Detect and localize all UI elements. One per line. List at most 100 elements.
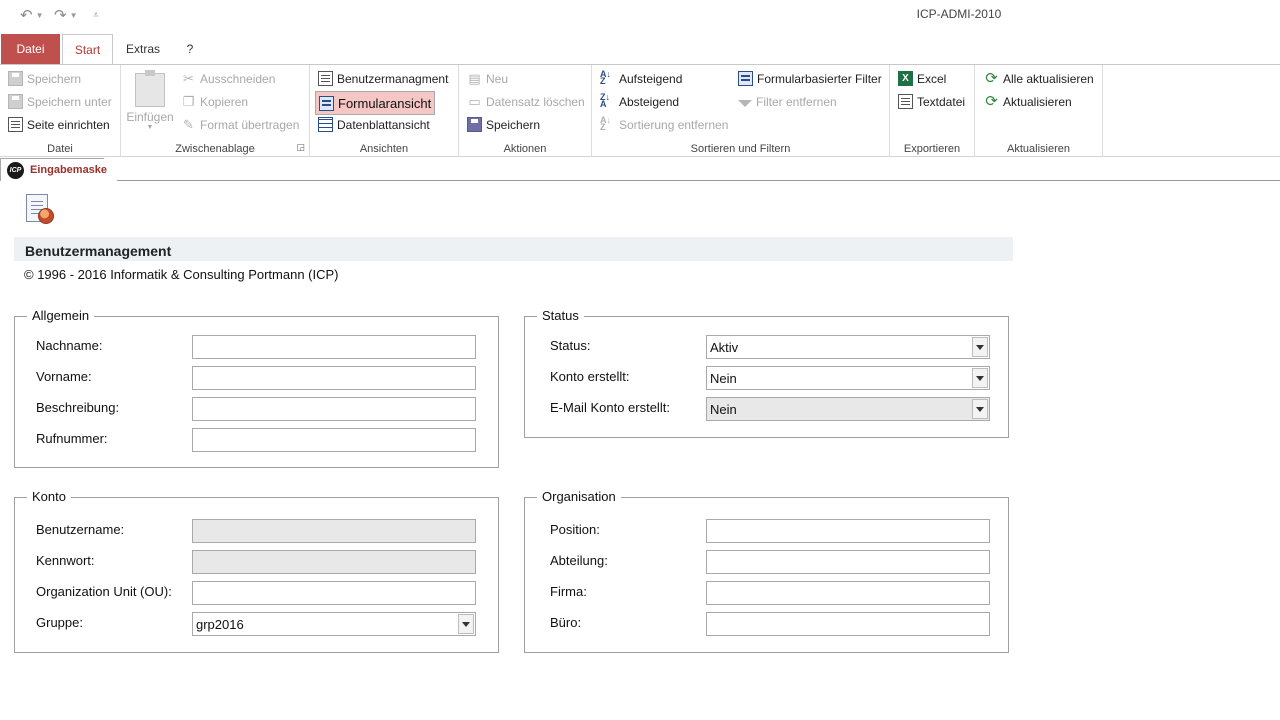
textdatei-label: Textdatei bbox=[917, 94, 966, 109]
tab-eingabemaske[interactable]: ICP Eingabemaske bbox=[0, 158, 118, 181]
konto-legend: Konto bbox=[27, 489, 71, 504]
tab-start[interactable]: Start bbox=[62, 34, 113, 65]
tab-eingabemaske-label: Eingabemaske bbox=[30, 164, 108, 176]
refresh-all-icon: ⟳ bbox=[985, 70, 998, 87]
form-title: Benutzermanagement bbox=[25, 243, 172, 259]
delete-record-icon: ▭ bbox=[468, 94, 481, 109]
ausschneiden-button[interactable]: ✂ Ausschneiden bbox=[178, 68, 278, 89]
seite-einrichten-button[interactable]: Seite einrichten bbox=[5, 114, 113, 135]
benutzermanagment-label: Benutzermanagment bbox=[337, 71, 449, 86]
rufnummer-field[interactable] bbox=[192, 428, 476, 452]
beschreibung-field[interactable] bbox=[192, 397, 476, 421]
redo-icon: ↷ bbox=[54, 7, 67, 24]
position-field[interactable] bbox=[706, 519, 990, 543]
group-aktualisieren: ⟳ Alle aktualisieren ⟳ Aktualisieren Akt… bbox=[975, 65, 1103, 157]
sort-descending-icon: Z↓ A bbox=[600, 92, 610, 109]
tab-help[interactable]: ? bbox=[176, 34, 204, 64]
kennwort-field[interactable] bbox=[192, 550, 476, 574]
dialog-launcher-icon[interactable]: ◲ bbox=[296, 142, 305, 153]
nachname-label: Nachname: bbox=[36, 338, 103, 353]
aufsteigend-label: Aufsteigend bbox=[619, 71, 683, 86]
aktionen-speichern-button[interactable]: Speichern bbox=[464, 114, 543, 135]
firma-field[interactable] bbox=[706, 581, 990, 605]
customize-qat-button[interactable]: ⩡ bbox=[93, 4, 99, 26]
datenblattansicht-button[interactable]: Datenblattansicht bbox=[315, 114, 433, 135]
alle-aktualisieren-button[interactable]: ⟳ Alle aktualisieren bbox=[981, 68, 1097, 89]
speichern-unter-button[interactable]: Speichern unter bbox=[5, 91, 115, 112]
group-label-ansichten: Ansichten bbox=[359, 143, 409, 155]
absteigend-label: Absteigend bbox=[619, 94, 680, 109]
icp-logo-icon: ICP bbox=[7, 161, 24, 179]
chevron-down-icon: ▼ bbox=[35, 10, 44, 20]
abteilung-field[interactable] bbox=[706, 550, 990, 574]
textdatei-button[interactable]: Textdatei bbox=[895, 91, 968, 112]
group-label-exportieren: Exportieren bbox=[903, 143, 961, 155]
save-icon bbox=[8, 71, 23, 86]
vorname-field[interactable] bbox=[192, 366, 476, 390]
status-select[interactable]: Aktiv bbox=[706, 335, 990, 359]
neu-button[interactable]: ▤ Neu bbox=[464, 68, 511, 89]
gruppe-select[interactable]: grp2016 bbox=[192, 612, 476, 636]
benutzermanagment-button[interactable]: Benutzermanagment bbox=[315, 68, 451, 89]
tab-extras[interactable]: Extras bbox=[118, 34, 168, 64]
ribbon-tab-row: Datei Start Extras ? bbox=[0, 34, 1280, 65]
aktualisieren-button[interactable]: ⟳ Aktualisieren bbox=[981, 91, 1075, 112]
scissors-icon: ✂ bbox=[183, 71, 194, 86]
gruppe-value: grp2016 bbox=[196, 617, 244, 632]
speichern-unter-label: Speichern unter bbox=[27, 94, 112, 109]
kennwort-label: Kennwort: bbox=[36, 553, 95, 568]
tab-datei[interactable]: Datei bbox=[1, 34, 60, 64]
form-view-icon bbox=[318, 71, 333, 86]
status-label: Status: bbox=[550, 338, 591, 353]
undo-button[interactable]: ↶ ▼ bbox=[20, 4, 44, 26]
format-uebertragen-button[interactable]: ✎ Format übertragen bbox=[178, 114, 302, 135]
new-record-icon: ▤ bbox=[468, 71, 481, 86]
allgemein-legend: Allgemein bbox=[27, 308, 95, 323]
undo-icon: ↶ bbox=[20, 7, 33, 24]
datensatz-loeschen-label: Datensatz löschen bbox=[486, 94, 585, 109]
quick-access-toolbar: ↶ ▼ ↷ ▼ ⩡ ICP-ADMI-2010 bbox=[0, 0, 1280, 32]
vorname-label: Vorname: bbox=[36, 369, 92, 384]
konto-erstellt-select[interactable]: Nein bbox=[706, 366, 990, 390]
speichern-button[interactable]: Speichern bbox=[5, 68, 84, 89]
datenblattansicht-label: Datenblattansicht bbox=[337, 117, 430, 132]
customize-icon: ⩡ bbox=[93, 9, 99, 21]
rufnummer-label: Rufnummer: bbox=[36, 431, 108, 446]
nachname-field[interactable] bbox=[192, 335, 476, 359]
datensatz-loeschen-button[interactable]: ▭ Datensatz löschen bbox=[464, 91, 588, 112]
position-label: Position: bbox=[550, 522, 600, 537]
email-konto-select[interactable]: Nein bbox=[706, 397, 990, 421]
chevron-down-icon[interactable] bbox=[972, 337, 988, 357]
seite-einrichten-label: Seite einrichten bbox=[27, 117, 110, 132]
benutzername-field[interactable] bbox=[192, 519, 476, 543]
buero-label: Büro: bbox=[550, 615, 582, 630]
absteigend-button[interactable]: Z↓ A Absteigend bbox=[597, 91, 682, 112]
aktualisieren-label: Aktualisieren bbox=[1003, 94, 1072, 109]
einfuegen-button[interactable]: Einfügen ▼ bbox=[125, 69, 175, 133]
group-aktionen: ▤ Neu ▭ Datensatz löschen Speichern Akti… bbox=[459, 65, 592, 157]
chevron-down-icon: ▼ bbox=[146, 124, 154, 131]
sortierung-entfernen-button[interactable]: A↓ Z Sortierung entfernen bbox=[597, 114, 731, 135]
save-as-icon bbox=[8, 94, 23, 109]
chevron-down-icon[interactable] bbox=[458, 614, 474, 634]
formularbasierter-filter-button[interactable]: Formularbasierter Filter bbox=[735, 68, 885, 89]
sortierung-entfernen-label: Sortierung entfernen bbox=[619, 117, 729, 132]
copy-icon: ❐ bbox=[182, 94, 195, 109]
filter-entfernen-button[interactable]: Filter entfernen bbox=[735, 91, 840, 112]
refresh-icon: ⟳ bbox=[985, 93, 998, 110]
buero-field[interactable] bbox=[706, 612, 990, 636]
formularansicht-button[interactable]: Formularansicht bbox=[315, 91, 436, 115]
page-setup-icon bbox=[8, 117, 23, 132]
chevron-down-icon[interactable] bbox=[972, 368, 988, 388]
organisation-legend: Organisation bbox=[537, 489, 621, 504]
user-form-icon bbox=[24, 194, 56, 226]
status-legend: Status bbox=[537, 308, 584, 323]
kopieren-button[interactable]: ❐ Kopieren bbox=[178, 91, 251, 112]
aufsteigend-button[interactable]: A↓ Z Aufsteigend bbox=[597, 68, 685, 89]
excel-button[interactable]: X Excel bbox=[895, 68, 949, 89]
ou-field[interactable] bbox=[192, 581, 476, 605]
format-painter-icon: ✎ bbox=[183, 117, 194, 132]
sort-ascending-icon: A↓ Z bbox=[600, 69, 611, 86]
redo-button[interactable]: ↷ ▼ bbox=[54, 4, 78, 26]
chevron-down-icon[interactable] bbox=[972, 399, 988, 419]
